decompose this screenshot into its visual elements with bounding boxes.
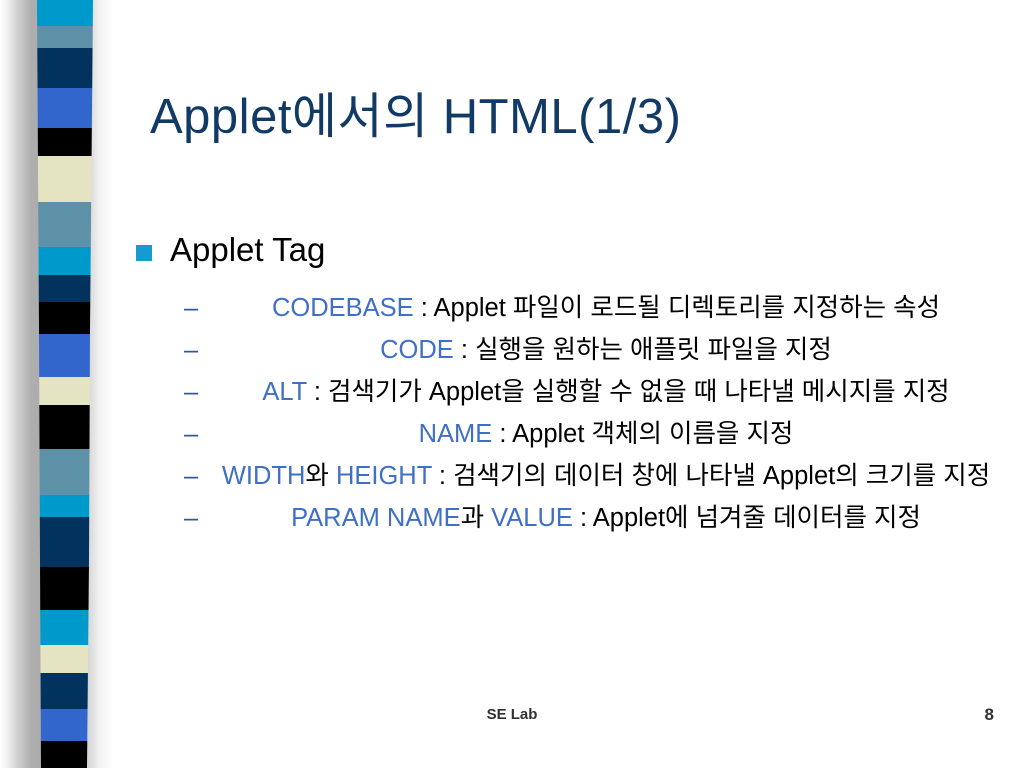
dash-bullet-icon: –	[184, 462, 199, 490]
footer-label: SE Lab	[486, 706, 538, 723]
attribute-description: : Applet 객체의 이름을 지정	[492, 420, 794, 448]
dash-bullet-icon: –	[184, 504, 199, 532]
bullet-level1: Applet Tag	[136, 228, 998, 272]
attribute-description: 과	[460, 504, 492, 532]
bullet-level2: – CODEBASE : Applet 파일이 로드될 디렉토리를 지정하는 속성	[184, 290, 998, 327]
bullet-level2-list: – CODEBASE : Applet 파일이 로드될 디렉토리를 지정하는 속성…	[184, 290, 998, 537]
attribute-keyword: WIDTH	[221, 462, 306, 490]
footer-page-number: 8	[984, 705, 994, 724]
attribute-description: : Applet에 넘겨줄 데이터를 지정	[572, 504, 921, 532]
left-striped-band	[0, 0, 112, 768]
dash-bullet-icon: –	[184, 294, 199, 322]
attribute-description: : 실행을 원하는 애플릿 파일을 지정	[453, 336, 832, 364]
attribute-keyword: NAME	[418, 420, 493, 448]
slide-body: Applet Tag – CODEBASE : Applet 파일이 로드될 디렉…	[136, 228, 998, 542]
bullet-level2: – CODE : 실행을 원하는 애플릿 파일을 지정	[184, 332, 998, 369]
bullet-level1-label: Applet Tag	[170, 231, 326, 268]
attribute-keyword: HEIGHT	[335, 462, 432, 490]
bullet-level2: – WIDTH와 HEIGHT : 검색기의 데이터 창에 나타낼 Applet의…	[184, 458, 998, 495]
dash-bullet-icon: –	[184, 420, 199, 448]
attribute-keyword: PARAM NAME	[291, 504, 461, 532]
slide-title: Applet에서의 HTML(1/3)	[150, 90, 682, 144]
attribute-description: : Applet 파일이 로드될 디렉토리를 지정하는 속성	[413, 294, 941, 322]
attribute-keyword: ALT	[262, 378, 307, 406]
bullet-level2: – NAME : Applet 객체의 이름을 지정	[184, 416, 998, 453]
dash-bullet-icon: –	[184, 378, 199, 406]
attribute-keyword: VALUE	[491, 504, 573, 532]
presentation-slide: Applet에서의 HTML(1/3) Applet Tag – CODEBASE…	[0, 0, 1024, 768]
attribute-description: 와	[305, 462, 336, 490]
bullet-level2: – ALT : 검색기가 Applet을 실행할 수 없을 때 나타낼 메시지를 …	[184, 374, 998, 411]
square-bullet-icon	[136, 245, 152, 261]
attribute-keyword: CODEBASE	[271, 294, 414, 322]
attribute-keyword: CODE	[380, 336, 454, 364]
attribute-description: : 검색기가 Applet을 실행할 수 없을 때 나타낼 메시지를 지정	[306, 378, 950, 406]
bullet-level2: – PARAM NAME과 VALUE : Applet에 넘겨줄 데이터를 지정	[184, 500, 998, 537]
dash-bullet-icon: –	[184, 336, 199, 364]
attribute-description: : 검색기의 데이터 창에 나타낼 Applet의 크기를 지정	[431, 462, 991, 490]
